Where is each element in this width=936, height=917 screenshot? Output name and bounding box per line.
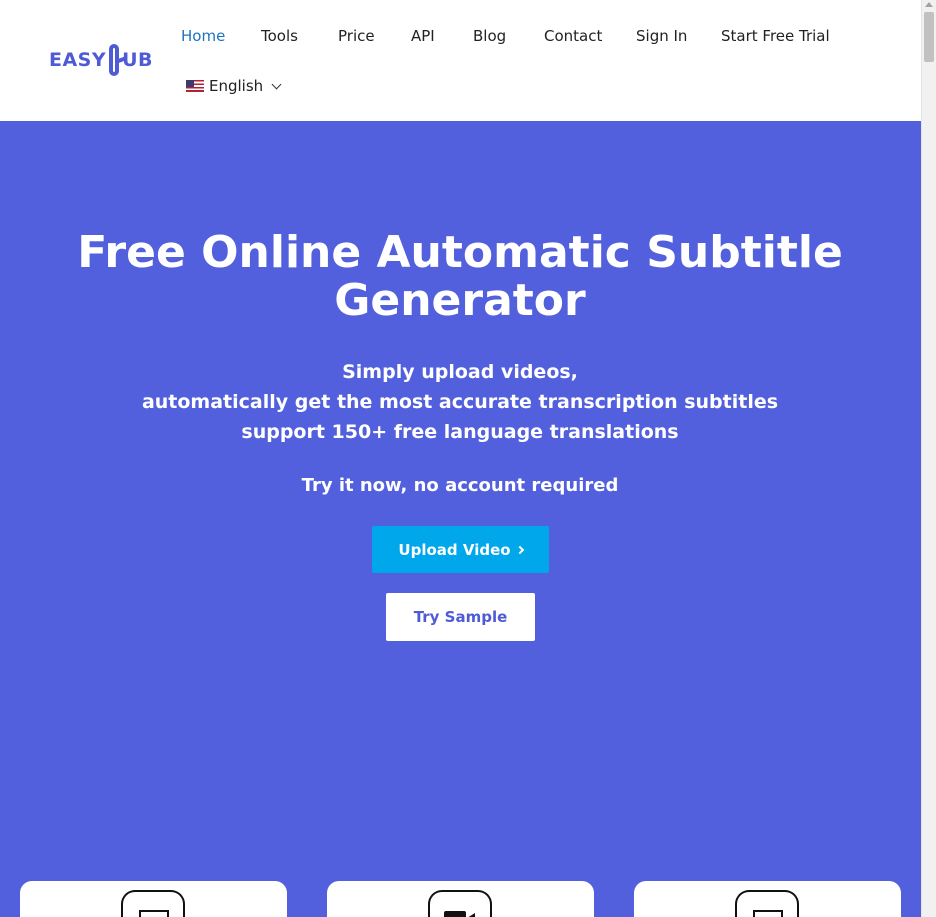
hero-section: Free Online Automatic Subtitle Generator…: [0, 121, 921, 917]
document-icon: [735, 890, 799, 917]
logo-text-left: EASY: [49, 49, 107, 71]
try-now-text: Try it now, no account required: [301, 475, 619, 496]
try-sample-button[interactable]: Try Sample: [386, 593, 535, 641]
chevron-right-icon: [515, 545, 524, 554]
feature-card: [20, 881, 287, 917]
feature-card: [327, 881, 594, 917]
nav-item-blog[interactable]: Blog: [473, 24, 506, 48]
nav-item-start-free-trial[interactable]: Start Free Trial: [721, 24, 830, 48]
site-header: EASY UB Home Tools Price API Blog Contac…: [0, 0, 921, 121]
try-sample-label: Try Sample: [413, 608, 508, 626]
nav-item-contact[interactable]: Contact: [544, 24, 602, 48]
upload-video-button[interactable]: Upload Video: [372, 526, 549, 573]
easysub-logo[interactable]: EASY UB: [49, 42, 153, 78]
hero-subtitle-line-2: automatically get the most accurate tran…: [141, 391, 779, 413]
hero-subtitle: Simply upload videos, automatically get …: [60, 357, 860, 447]
nav-item-price[interactable]: Price: [338, 24, 375, 48]
nav-item-api[interactable]: API: [411, 24, 435, 48]
nav-item-sign-in[interactable]: Sign In: [636, 24, 687, 48]
hero-title: Free Online Automatic Subtitle Generator: [60, 229, 860, 325]
nav-item-tools[interactable]: Tools: [261, 24, 298, 48]
hero-title-line-2: Generator: [334, 275, 586, 326]
us-flag-icon: [186, 80, 204, 92]
feature-card: [634, 881, 901, 917]
upload-video-label: Upload Video: [398, 540, 511, 559]
logo-text-right: UB: [122, 49, 153, 71]
scrollbar-thumb[interactable]: [924, 12, 934, 62]
page-scrollbar[interactable]: [921, 0, 936, 917]
language-selector[interactable]: English: [186, 74, 282, 98]
chevron-down-icon: [271, 79, 282, 89]
logo-s-mark-icon: [109, 44, 120, 76]
hero-subtitle-line-1: Simply upload videos,: [342, 361, 578, 383]
screen-icon: [121, 890, 185, 917]
scroll-up-arrow-icon[interactable]: [925, 2, 933, 7]
video-camera-icon: [428, 890, 492, 917]
language-label: English: [209, 77, 264, 95]
nav-item-home[interactable]: Home: [181, 24, 225, 48]
hero-subtitle-line-3: support 150+ free language translations: [241, 421, 679, 443]
hero-title-line-1: Free Online Automatic Subtitle: [77, 227, 843, 278]
